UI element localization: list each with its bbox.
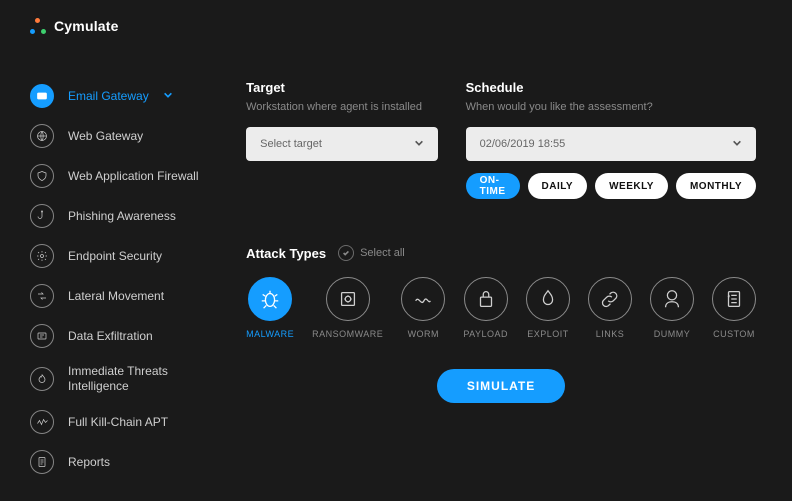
sidebar-item-full-kill-chain-apt[interactable]: Full Kill-Chain APT — [0, 402, 216, 442]
attack-type-label: EXPLOIT — [527, 329, 569, 339]
chain-icon — [30, 410, 54, 434]
sidebar-item-label: Lateral Movement — [68, 289, 164, 304]
sidebar-item-label: Data Exfiltration — [68, 329, 153, 344]
sidebar-item-label: Email Gateway — [68, 89, 149, 104]
schedule-option-on-time[interactable]: ON-TIME — [466, 173, 520, 199]
chevron-down-icon — [163, 89, 173, 103]
bug-icon — [248, 277, 292, 321]
target-select[interactable]: Select target — [246, 127, 438, 161]
payload-icon — [464, 277, 508, 321]
attack-type-label: DUMMY — [654, 329, 691, 339]
sidebar-item-reports[interactable]: Reports — [0, 442, 216, 482]
exploit-icon — [526, 277, 570, 321]
attack-type-malware[interactable]: MALWARE — [246, 277, 294, 339]
attack-type-label: MALWARE — [246, 329, 294, 339]
sidebar-item-email-gateway[interactable]: Email Gateway — [0, 76, 216, 116]
report-icon — [30, 450, 54, 474]
sidebar-item-label: Endpoint Security — [68, 249, 162, 264]
chevron-down-icon — [732, 138, 742, 151]
schedule-option-weekly[interactable]: WEEKLY — [595, 173, 668, 199]
chevron-down-icon — [414, 138, 424, 151]
schedule-select-value: 02/06/2019 18:55 — [480, 138, 566, 150]
sidebar-item-data-exfiltration[interactable]: Data Exfiltration — [0, 316, 216, 356]
schedule-option-monthly[interactable]: MONTHLY — [676, 173, 756, 199]
check-icon — [338, 245, 354, 261]
schedule-heading: Schedule — [466, 80, 756, 95]
dummy-icon — [650, 277, 694, 321]
hook-icon — [30, 204, 54, 228]
select-all-label: Select all — [360, 247, 405, 259]
target-section: Target Workstation where agent is instal… — [246, 80, 438, 199]
attack-type-custom[interactable]: CUSTOM — [712, 277, 756, 339]
simulate-button[interactable]: SIMULATE — [437, 369, 565, 403]
globe-icon — [30, 124, 54, 148]
attack-types-section: Attack Types Select all MALWARE RANSOMWAR… — [246, 245, 756, 339]
select-all-toggle[interactable]: Select all — [338, 245, 405, 261]
attack-type-links[interactable]: LINKS — [588, 277, 632, 339]
sidebar-item-label: Reports — [68, 455, 110, 470]
attack-type-label: WORM — [408, 329, 440, 339]
brand-logo: Cymulate — [30, 18, 119, 34]
sidebar-item-label: Web Application Firewall — [68, 169, 199, 184]
attack-type-ransomware[interactable]: RANSOMWARE — [312, 277, 383, 339]
target-select-placeholder: Select target — [260, 138, 322, 150]
safe-icon — [326, 277, 370, 321]
attack-type-label: PAYLOAD — [463, 329, 508, 339]
worm-icon — [401, 277, 445, 321]
custom-icon — [712, 277, 756, 321]
schedule-frequency-group: ON-TIME DAILY WEEKLY MONTHLY — [466, 173, 756, 199]
sidebar-item-phishing-awareness[interactable]: Phishing Awareness — [0, 196, 216, 236]
attack-type-label: RANSOMWARE — [312, 329, 383, 339]
schedule-section: Schedule When would you like the assessm… — [466, 80, 756, 199]
brand-mark-icon — [30, 18, 46, 34]
sidebar-item-label: Phishing Awareness — [68, 209, 176, 224]
attack-type-worm[interactable]: WORM — [401, 277, 445, 339]
attack-type-label: CUSTOM — [713, 329, 755, 339]
app-header: Cymulate — [0, 0, 792, 52]
link-icon — [588, 277, 632, 321]
schedule-select[interactable]: 02/06/2019 18:55 — [466, 127, 756, 161]
attack-types-heading: Attack Types — [246, 246, 326, 261]
attack-type-label: LINKS — [596, 329, 625, 339]
gear-icon — [30, 244, 54, 268]
main-content: Target Workstation where agent is instal… — [216, 52, 792, 501]
schedule-option-daily[interactable]: DAILY — [528, 173, 588, 199]
flame-icon — [30, 367, 54, 391]
exfil-icon — [30, 324, 54, 348]
target-heading: Target — [246, 80, 438, 95]
sidebar-item-label: Web Gateway — [68, 129, 143, 144]
shield-icon — [30, 164, 54, 188]
schedule-subhead: When would you like the assessment? — [466, 101, 756, 113]
sidebar-item-web-application-firewall[interactable]: Web Application Firewall — [0, 156, 216, 196]
mail-icon — [30, 84, 54, 108]
attack-type-exploit[interactable]: EXPLOIT — [526, 277, 570, 339]
target-subhead: Workstation where agent is installed — [246, 101, 438, 113]
brand-name: Cymulate — [54, 18, 119, 34]
sidebar-item-label: Full Kill-Chain APT — [68, 415, 168, 430]
lateral-icon — [30, 284, 54, 308]
sidebar-item-label: Immediate Threats Intelligence — [68, 364, 208, 394]
sidebar-item-lateral-movement[interactable]: Lateral Movement — [0, 276, 216, 316]
attack-type-dummy[interactable]: DUMMY — [650, 277, 694, 339]
sidebar: Email Gateway Web Gateway Web Application … — [0, 52, 216, 501]
sidebar-item-web-gateway[interactable]: Web Gateway — [0, 116, 216, 156]
sidebar-item-endpoint-security[interactable]: Endpoint Security — [0, 236, 216, 276]
sidebar-item-immediate-threats-intelligence[interactable]: Immediate Threats Intelligence — [0, 356, 216, 402]
attack-types-list: MALWARE RANSOMWARE WORM PAYLOAD EXPLOIT LINKS… — [246, 277, 756, 339]
attack-type-payload[interactable]: PAYLOAD — [463, 277, 508, 339]
